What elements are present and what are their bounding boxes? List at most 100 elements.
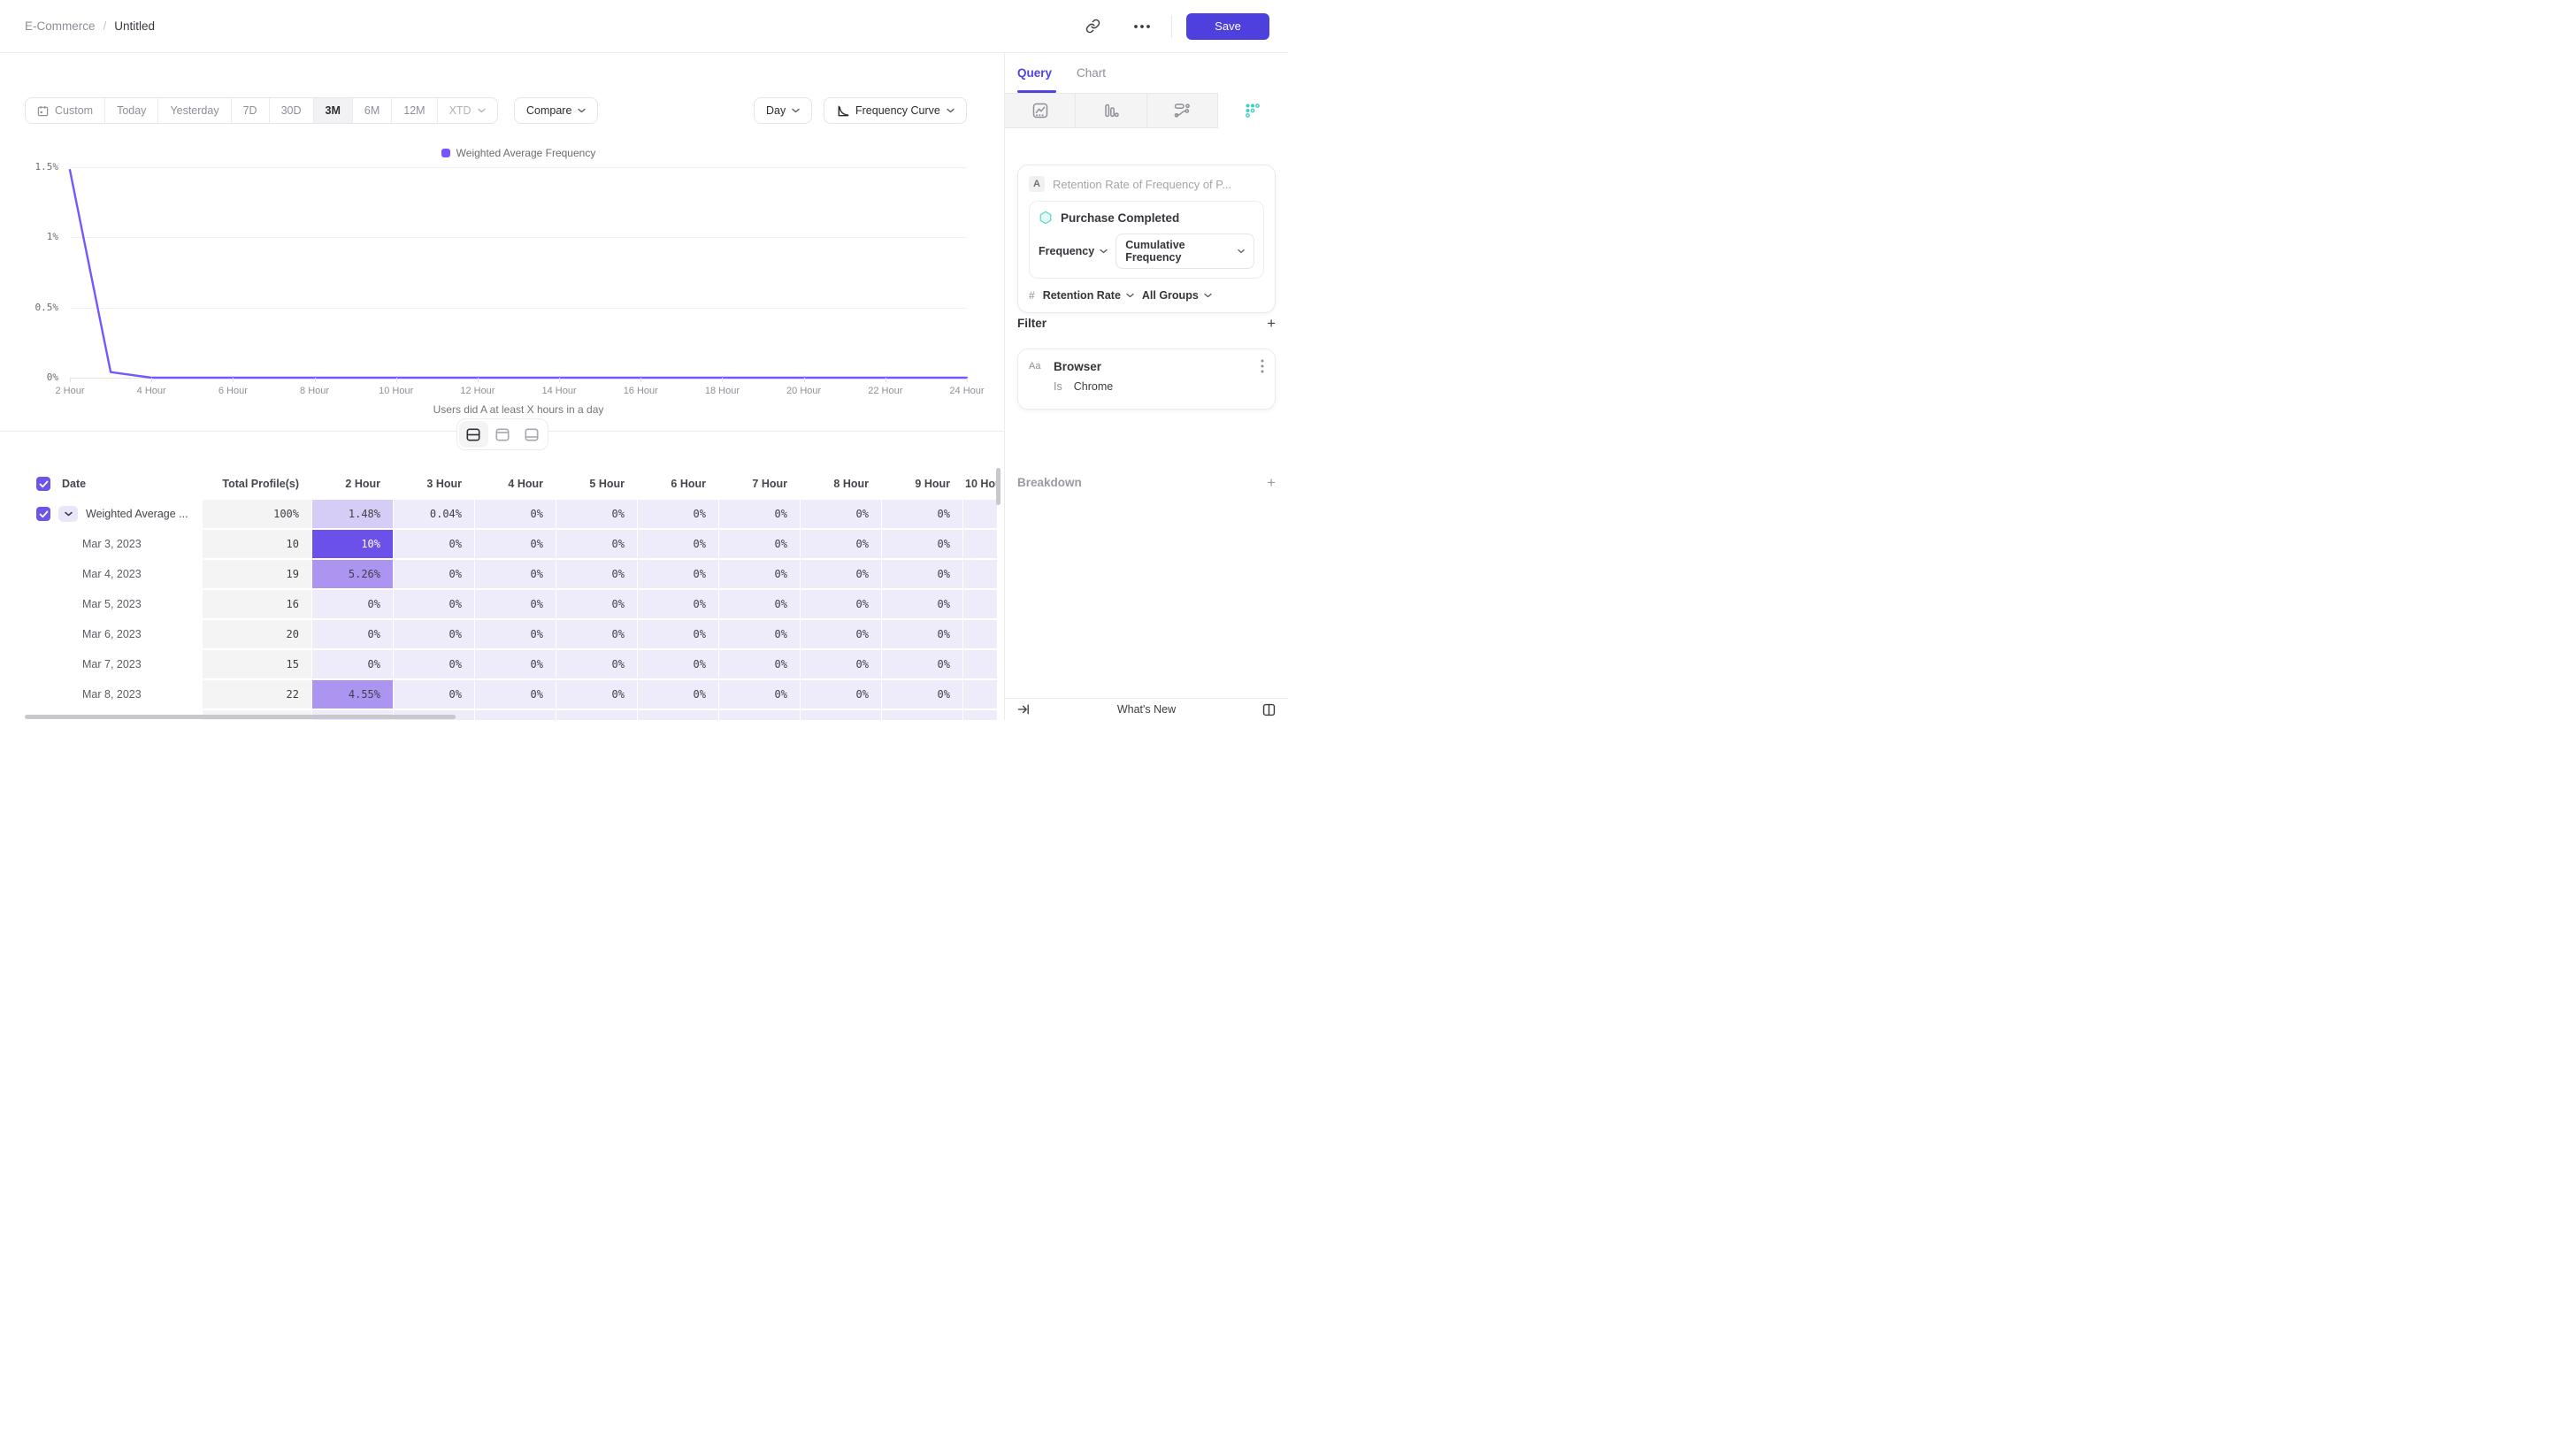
compare-dropdown[interactable]: Compare: [514, 97, 598, 124]
column-header-label: Total Profile(s): [203, 470, 311, 498]
range-3m-selected[interactable]: 3M: [314, 98, 353, 123]
chart-style-dropdown[interactable]: Frequency Curve: [824, 97, 967, 124]
value-cell: 0%: [475, 680, 556, 709]
x-tick-label: 12 Hour: [441, 386, 515, 396]
x-tick-label: 18 Hour: [685, 386, 759, 396]
value-cell: 0%: [882, 650, 962, 678]
range-yesterday[interactable]: Yesterday: [158, 98, 231, 123]
split-view-icon[interactable]: [459, 421, 488, 448]
filter-condition-row: Is Chrome: [1029, 380, 1264, 393]
breadcrumb-project[interactable]: E-Commerce: [25, 19, 96, 33]
add-breakdown-icon[interactable]: +: [1267, 475, 1276, 490]
breadcrumb-report-title[interactable]: Untitled: [114, 19, 155, 33]
retention-grid-icon[interactable]: [1218, 93, 1288, 128]
add-filter-icon[interactable]: +: [1267, 316, 1276, 331]
total-profiles-cell: 16: [203, 590, 311, 618]
chevron-down-icon: [947, 108, 954, 113]
view-layout-toggle: [456, 418, 548, 450]
event-card: Purchase Completed Frequency Cumulative …: [1029, 201, 1264, 279]
filter-property-name[interactable]: Browser: [1054, 360, 1101, 373]
table-row: Mar 7, 2023150%0%0%0%0%0%0%0%: [25, 650, 997, 678]
range-7d[interactable]: 7D: [232, 98, 270, 123]
top-panel-view-icon[interactable]: [488, 421, 518, 448]
frequency-dropdown[interactable]: Frequency: [1039, 245, 1108, 257]
x-tick-label: 4 Hour: [114, 386, 188, 396]
table-row: Mar 3, 20231010%0%0%0%0%0%0%0%: [25, 530, 997, 558]
x-tick-mark: [804, 378, 805, 382]
collapse-panel-icon[interactable]: [1016, 702, 1031, 716]
filter-property-row: Aa Browser: [1029, 359, 1264, 373]
value-cell: 0%: [394, 560, 474, 588]
range-custom[interactable]: Custom: [26, 98, 105, 123]
column-header-label: 2 Hour: [312, 470, 393, 498]
value-cell: 0%: [312, 650, 393, 678]
table-horizontal-scrollbar[interactable]: [25, 715, 456, 719]
top-header: E-Commerce / Untitled Save: [0, 0, 1288, 53]
value-cell: 0%: [312, 590, 393, 618]
row-label-cell: Mar 5, 2023: [25, 590, 202, 618]
table-vertical-scrollbar[interactable]: [996, 468, 1000, 505]
flows-chart-icon[interactable]: [1147, 93, 1218, 128]
expand-row-chevron-icon[interactable]: [58, 506, 78, 522]
select-all-checkbox[interactable]: [36, 477, 50, 491]
date-label: Mar 7, 2023: [36, 658, 142, 670]
row-label-cell: Mar 8, 2023: [25, 680, 202, 709]
chevron-down-icon: [478, 108, 486, 113]
value-cell: [719, 710, 800, 720]
measurement-dropdown[interactable]: Retention Rate: [1043, 289, 1134, 302]
whats-new-link[interactable]: What's New: [1005, 703, 1288, 716]
table-row: Mar 8, 2023224.55%0%0%0%0%0%0%0%: [25, 680, 997, 709]
event-selector[interactable]: Purchase Completed: [1039, 211, 1254, 226]
range-30d[interactable]: 30D: [270, 98, 314, 123]
cumulative-frequency-dropdown[interactable]: Cumulative Frequency: [1116, 234, 1254, 269]
measurement-row: # Retention Rate All Groups: [1029, 289, 1264, 302]
series-title-input[interactable]: Retention Rate of Frequency of P...: [1053, 178, 1231, 191]
save-button[interactable]: Save: [1186, 13, 1269, 40]
legend-swatch: [441, 149, 450, 157]
tab-chart[interactable]: Chart: [1077, 66, 1106, 80]
range-12m[interactable]: 12M: [392, 98, 437, 123]
x-tick-mark: [70, 378, 71, 382]
date-label: Mar 5, 2023: [36, 598, 142, 610]
value-cell: 0%: [556, 680, 637, 709]
bottom-panel-view-icon[interactable]: [517, 421, 546, 448]
row-label-cell: Mar 3, 2023: [25, 530, 202, 558]
x-tick-mark: [396, 378, 397, 382]
column-header-label: 9 Hour: [882, 470, 962, 498]
gridline: [70, 237, 967, 238]
range-today[interactable]: Today: [105, 98, 158, 123]
breadcrumb-separator: /: [104, 19, 107, 33]
range-6m[interactable]: 6M: [353, 98, 392, 123]
insights-chart-icon[interactable]: [1005, 93, 1076, 128]
kebab-menu-icon[interactable]: [1261, 359, 1264, 373]
value-cell: 0%: [882, 680, 962, 709]
filter-operator[interactable]: Is: [1054, 380, 1062, 393]
more-menu-icon[interactable]: [1129, 13, 1155, 40]
value-cell: 1.48%: [312, 500, 393, 528]
chevron-down-icon: [1204, 293, 1212, 298]
groups-dropdown[interactable]: All Groups: [1142, 289, 1212, 302]
bar-chart-icon[interactable]: [1076, 93, 1146, 128]
tab-query[interactable]: Query: [1017, 66, 1052, 80]
value-cell: [963, 590, 997, 618]
row-checkbox[interactable]: [36, 507, 50, 521]
breakdown-section-header: Breakdown +: [1017, 475, 1276, 490]
x-tick-mark: [151, 378, 152, 382]
x-tick-label: 16 Hour: [603, 386, 678, 396]
total-profiles-cell: 15: [203, 650, 311, 678]
range-xtd[interactable]: XTD: [438, 98, 497, 123]
chevron-down-icon: [1126, 293, 1134, 298]
value-cell: 0%: [882, 620, 962, 648]
value-cell: 0%: [394, 680, 474, 709]
chart-legend-item[interactable]: Weighted Average Frequency: [70, 147, 967, 159]
legend-label: Weighted Average Frequency: [456, 147, 596, 159]
link-icon[interactable]: [1079, 13, 1106, 40]
columns-panel-icon[interactable]: [1261, 702, 1276, 717]
x-axis-title: Users did A at least X hours in a day: [70, 403, 967, 416]
value-cell: [963, 620, 997, 648]
filter-value[interactable]: Chrome: [1074, 380, 1113, 393]
value-cell: 0%: [475, 560, 556, 588]
granularity-dropdown[interactable]: Day: [754, 97, 812, 124]
row-label-cell: Mar 7, 2023: [25, 650, 202, 678]
x-tick-label: 6 Hour: [196, 386, 270, 396]
